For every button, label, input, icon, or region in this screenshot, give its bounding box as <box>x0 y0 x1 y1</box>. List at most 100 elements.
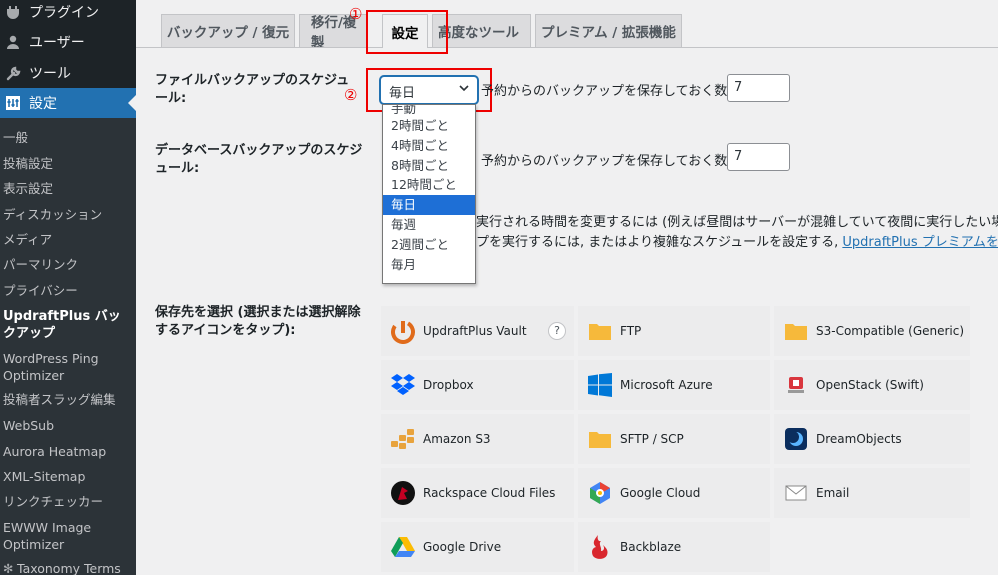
submenu-updraftplus[interactable]: UpdraftPlus バックアップ <box>3 308 133 342</box>
file-retain-input[interactable]: 7 <box>727 74 790 102</box>
storage-s3-compatible[interactable]: S3-Compatible (Generic) <box>774 306 970 356</box>
storage-name: S3-Compatible (Generic) <box>816 324 965 338</box>
file-retain-label: 予約からのバックアップを保存しておく数: <box>481 84 732 99</box>
chevron-down-icon <box>459 85 469 92</box>
annotation-box-settings-tab <box>366 10 448 54</box>
user-icon <box>3 32 23 52</box>
dropbox-icon <box>389 371 417 399</box>
storage-name: Amazon S3 <box>423 432 491 446</box>
menu-plugins[interactable]: プラグイン <box>0 0 136 27</box>
email-icon <box>782 479 810 507</box>
schedule-info-line2: プを実行するには, またはより複雑なスケジュールを設定する, UpdraftPl… <box>476 231 998 250</box>
storage-openstack[interactable]: OpenStack (Swift) <box>774 360 970 410</box>
windows-icon <box>586 371 614 399</box>
storage-email[interactable]: Email <box>774 468 970 518</box>
option-2h[interactable]: 2時間ごと <box>383 116 475 136</box>
settings-submenu: 一般 投稿設定 表示設定 ディスカッション メディア パーマリンク プライバシー… <box>0 118 136 575</box>
rackspace-icon <box>389 479 417 507</box>
storage-backblaze[interactable]: Backblaze <box>578 522 770 572</box>
menu-users-label: ユーザー <box>29 35 85 51</box>
google-cloud-icon <box>586 479 614 507</box>
submenu-reading[interactable]: 表示設定 <box>3 180 133 197</box>
menu-plugins-label: プラグイン <box>29 5 99 21</box>
storage-label: 保存先を選択 (選択または選択解除するアイコンをタップ): <box>155 305 361 338</box>
premium-link[interactable]: UpdraftPlus プレミアムを使用く <box>842 235 998 250</box>
storage-name: Rackspace Cloud Files <box>423 486 556 500</box>
google-drive-icon <box>389 533 417 561</box>
help-icon[interactable]: ? <box>548 322 566 340</box>
storage-sftp[interactable]: SFTP / SCP <box>578 414 770 464</box>
file-schedule-selected: 毎日 <box>389 86 416 101</box>
storage-dropbox[interactable]: Dropbox <box>381 360 574 410</box>
db-retain-input[interactable]: 7 <box>727 143 790 171</box>
amazon-s3-icon <box>389 425 417 453</box>
folder-icon <box>586 317 614 345</box>
storage-name: Dropbox <box>423 378 474 392</box>
submenu-taxonomy-terms-label: Taxonomy Terms <box>17 561 121 575</box>
admin-sidebar: プラグイン ユーザー ツール 設定 一般 投稿設定 表示設定 ディスカッション … <box>0 0 136 575</box>
schedule-dropdown-list: 手動 2時間ごと 4時間ごと 8時間ごと 12時間ごと 毎日 毎週 2週間ごと … <box>382 104 476 284</box>
submenu-ewww[interactable]: EWWW Image Optimizer <box>3 519 133 553</box>
option-8h[interactable]: 8時間ごと <box>383 156 475 176</box>
menu-settings-label: 設定 <box>29 96 57 112</box>
submenu-link-checker[interactable]: リンクチェッカー <box>3 493 133 510</box>
file-schedule-select[interactable]: 毎日 <box>380 76 478 104</box>
updraftplus-vault-icon <box>389 317 417 345</box>
submenu-taxonomy-terms[interactable]: ✻ Taxonomy Terms <box>3 560 133 575</box>
submenu-permalinks[interactable]: パーマリンク <box>3 256 133 273</box>
submenu-author-slug[interactable]: 投稿者スラッグ編集 <box>3 391 133 408</box>
storage-name: FTP <box>620 324 642 338</box>
settings-icon <box>3 93 23 113</box>
menu-settings[interactable]: 設定 <box>0 88 136 118</box>
gear-icon: ✻ <box>3 561 14 575</box>
schedule-info-line2-text: プを実行するには, またはより複雑なスケジュールを設定する, <box>476 235 839 250</box>
submenu-writing[interactable]: 投稿設定 <box>3 155 133 172</box>
tab-backup-restore[interactable]: バックアップ / 復元 <box>161 14 295 47</box>
plugin-icon <box>3 2 23 22</box>
menu-tools[interactable]: ツール <box>0 58 136 88</box>
submenu-media[interactable]: メディア <box>3 231 133 248</box>
menu-tools-label: ツール <box>29 66 71 82</box>
dreamobjects-icon <box>782 425 810 453</box>
option-daily[interactable]: 毎日 <box>383 195 475 215</box>
submenu-aurora-heatmap[interactable]: Aurora Heatmap <box>3 443 133 460</box>
option-12h[interactable]: 12時間ごと <box>383 175 475 195</box>
storage-google-drive[interactable]: Google Drive <box>381 522 574 572</box>
schedule-info-line1: 実行される時間を変更するには (例えば昼間はサーバーが混雑していて夜間に実行した… <box>476 215 998 230</box>
wrench-icon <box>3 63 23 83</box>
openstack-icon <box>782 371 810 399</box>
storage-google-cloud[interactable]: Google Cloud <box>578 468 770 518</box>
db-retain-label: 予約からのバックアップを保存しておく数: <box>481 154 732 169</box>
option-4h[interactable]: 4時間ごと <box>383 136 475 156</box>
storage-name: DreamObjects <box>816 432 902 446</box>
folder-icon <box>782 317 810 345</box>
storage-name: OpenStack (Swift) <box>816 378 924 392</box>
storage-ftp[interactable]: FTP <box>578 306 770 356</box>
annotation-marker-1: ① <box>349 5 363 23</box>
storage-amazon-s3[interactable]: Amazon S3 <box>381 414 574 464</box>
submenu-websub[interactable]: WebSub <box>3 417 133 434</box>
storage-azure[interactable]: Microsoft Azure <box>578 360 770 410</box>
option-manual[interactable]: 手動 <box>383 105 475 116</box>
file-schedule-label: ファイルバックアップのスケジュール: <box>155 73 350 106</box>
storage-name: Google Drive <box>423 540 502 554</box>
option-biweekly[interactable]: 2週間ごと <box>383 235 475 255</box>
submenu-discussion[interactable]: ディスカッション <box>3 206 133 223</box>
storage-dreamobjects[interactable]: DreamObjects <box>774 414 970 464</box>
tab-divider <box>136 47 998 48</box>
storage-updraftvault[interactable]: UpdraftPlus Vault <box>381 306 574 356</box>
submenu-general[interactable]: 一般 <box>3 129 133 146</box>
option-weekly[interactable]: 毎週 <box>383 215 475 235</box>
tab-premium[interactable]: プレミアム / 拡張機能 <box>535 14 682 47</box>
storage-rackspace[interactable]: Rackspace Cloud Files <box>381 468 574 518</box>
db-schedule-label: データベースバックアップのスケジュール: <box>155 143 363 176</box>
storage-name: Backblaze <box>620 540 682 554</box>
submenu-ping-optimizer[interactable]: WordPress Ping Optimizer <box>3 350 133 384</box>
submenu-privacy[interactable]: プライバシー <box>3 282 133 299</box>
storage-name: Google Cloud <box>620 486 701 500</box>
folder-icon <box>586 425 614 453</box>
option-monthly[interactable]: 毎月 <box>383 255 475 275</box>
menu-users[interactable]: ユーザー <box>0 27 136 57</box>
storage-name: UpdraftPlus Vault <box>423 324 527 338</box>
submenu-xml-sitemap[interactable]: XML-Sitemap <box>3 468 133 485</box>
